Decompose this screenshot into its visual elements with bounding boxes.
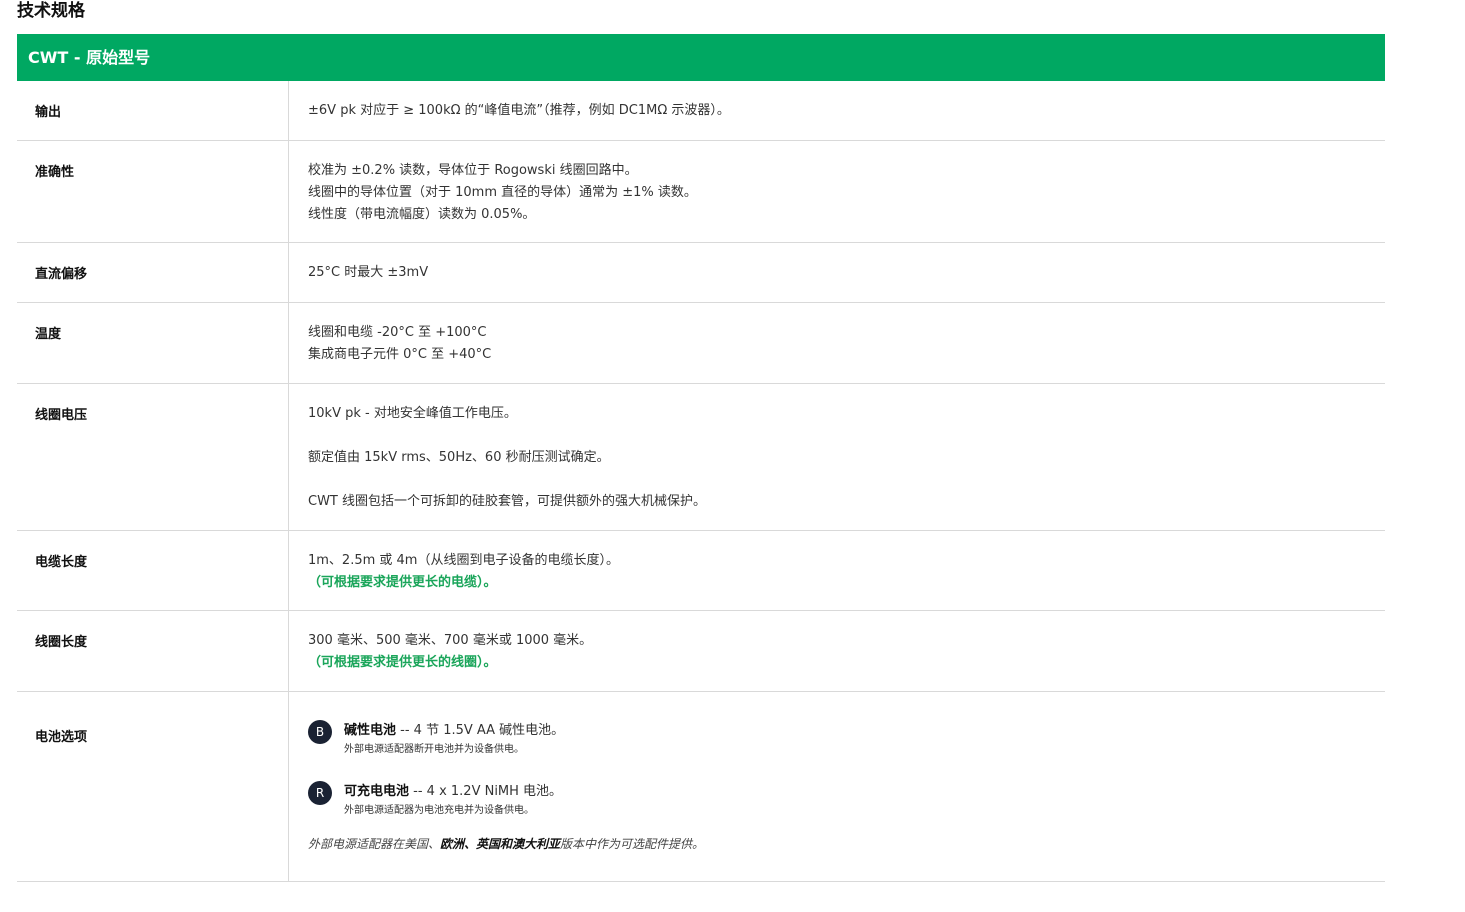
table-row: 温度 线圈和电缆 -20°C 至 +100°C 集成商电子元件 0°C 至 +4… <box>17 303 1385 384</box>
table-row: 直流偏移 25°C 时最大 ±3mV <box>17 243 1385 303</box>
row-value-cable-length: 1m、2.5m 或 4m（从线圈到电子设备的电缆长度）。 （可根据要求提供更长的… <box>289 531 1385 610</box>
row-value-battery: B 碱性电池 -- 4 节 1.5V AA 碱性电池。 外部电源适配器断开电池并… <box>289 692 1385 881</box>
row-value-output: ±6V pk 对应于 ≥ 100kΩ 的“峰值电流”（推荐，例如 DC1MΩ 示… <box>289 81 1385 140</box>
battery-option-title: 碱性电池 <box>344 723 397 738</box>
page-title: 技术规格 <box>17 1 85 21</box>
value-line: ±6V pk 对应于 ≥ 100kΩ 的“峰值电流”（推荐，例如 DC1MΩ 示… <box>308 103 730 118</box>
value-line: 300 毫米、500 毫米、700 毫米或 1000 毫米。 <box>308 633 593 648</box>
value-line: 线圈和电缆 -20°C 至 +100°C <box>308 325 487 340</box>
battery-option-detail: -- 4 x 1.2V NiMH 电池。 <box>409 784 563 799</box>
table-row: 准确性 校准为 ±0.2% 读数，导体位于 Rogowski 线圈回路中。 线圈… <box>17 141 1385 243</box>
battery-option-sub: 外部电源适配器断开电池并为设备供电。 <box>344 744 524 755</box>
row-label-output: 输出 <box>17 81 289 140</box>
row-label-battery: 电池选项 <box>17 692 289 881</box>
row-label-temperature: 温度 <box>17 303 289 383</box>
table-row: 线圈电压 10kV pk - 对地安全峰值工作电压。 额定值由 15kV rms… <box>17 384 1385 531</box>
row-value-coil-length: 300 毫米、500 毫米、700 毫米或 1000 毫米。 （可根据要求提供更… <box>289 611 1385 691</box>
value-line: 额定值由 15kV rms、50Hz、60 秒耐压测试确定。 <box>308 450 610 465</box>
value-line: CWT 线圈包括一个可拆卸的硅胶套管，可提供额外的强大机械保护。 <box>308 494 707 509</box>
value-line: 25°C 时最大 ±3mV <box>308 265 429 280</box>
longer-coil-note: （可根据要求提供更长的线圈）。 <box>308 655 497 670</box>
battery-option-alkaline: B 碱性电池 -- 4 节 1.5V AA 碱性电池。 外部电源适配器断开电池并… <box>308 711 1385 758</box>
value-line: 校准为 ±0.2% 读数，导体位于 Rogowski 线圈回路中。 <box>308 163 638 178</box>
value-line: 集成商电子元件 0°C 至 +40°C <box>308 347 492 362</box>
value-line: 1m、2.5m 或 4m（从线圈到电子设备的电缆长度）。 <box>308 553 619 568</box>
row-value-temperature: 线圈和电缆 -20°C 至 +100°C 集成商电子元件 0°C 至 +40°C <box>289 303 1385 383</box>
battery-option-sub: 外部电源适配器为电池充电并为设备供电。 <box>344 805 534 816</box>
row-label-coil-length: 线圈长度 <box>17 611 289 691</box>
value-line: 10kV pk - 对地安全峰值工作电压。 <box>308 406 517 421</box>
battery-option-detail: -- 4 节 1.5V AA 碱性电池。 <box>396 723 565 738</box>
battery-option-rechargeable: R 可充电电池 -- 4 x 1.2V NiMH 电池。 外部电源适配器为电池充… <box>308 772 1385 819</box>
spec-table: CWT - 原始型号 输出 ±6V pk 对应于 ≥ 100kΩ 的“峰值电流”… <box>17 34 1385 882</box>
longer-cable-note: （可根据要求提供更长的电缆）。 <box>308 575 497 590</box>
table-row: 线圈长度 300 毫米、500 毫米、700 毫米或 1000 毫米。 （可根据… <box>17 611 1385 692</box>
power-adapter-footnote: 外部电源适配器在美国、欧洲、英国和澳大利亚版本中作为可选配件提供。 <box>308 837 705 851</box>
rechargeable-badge: R <box>308 781 332 805</box>
row-label-dc-offset: 直流偏移 <box>17 243 289 302</box>
battery-option-title: 可充电电池 <box>344 784 410 799</box>
row-label-cable-length: 电缆长度 <box>17 531 289 610</box>
row-value-coil-voltage: 10kV pk - 对地安全峰值工作电压。 额定值由 15kV rms、50Hz… <box>289 384 1385 530</box>
row-label-coil-voltage: 线圈电压 <box>17 384 289 530</box>
row-label-accuracy: 准确性 <box>17 141 289 242</box>
table-row: 电池选项 B 碱性电池 -- 4 节 1.5V AA 碱性电池。 外部电源适配器… <box>17 692 1385 882</box>
table-row: 电缆长度 1m、2.5m 或 4m（从线圈到电子设备的电缆长度）。 （可根据要求… <box>17 531 1385 611</box>
row-value-accuracy: 校准为 ±0.2% 读数，导体位于 Rogowski 线圈回路中。 线圈中的导体… <box>289 141 1385 242</box>
alkaline-badge: B <box>308 720 332 744</box>
value-line: 线性度（带电流幅度）读数为 0.05%。 <box>308 207 536 222</box>
table-title: CWT - 原始型号 <box>17 34 1385 81</box>
row-value-dc-offset: 25°C 时最大 ±3mV <box>289 243 1385 302</box>
table-row: 输出 ±6V pk 对应于 ≥ 100kΩ 的“峰值电流”（推荐，例如 DC1M… <box>17 81 1385 141</box>
value-line: 线圈中的导体位置（对于 10mm 直径的导体）通常为 ±1% 读数。 <box>308 185 697 200</box>
